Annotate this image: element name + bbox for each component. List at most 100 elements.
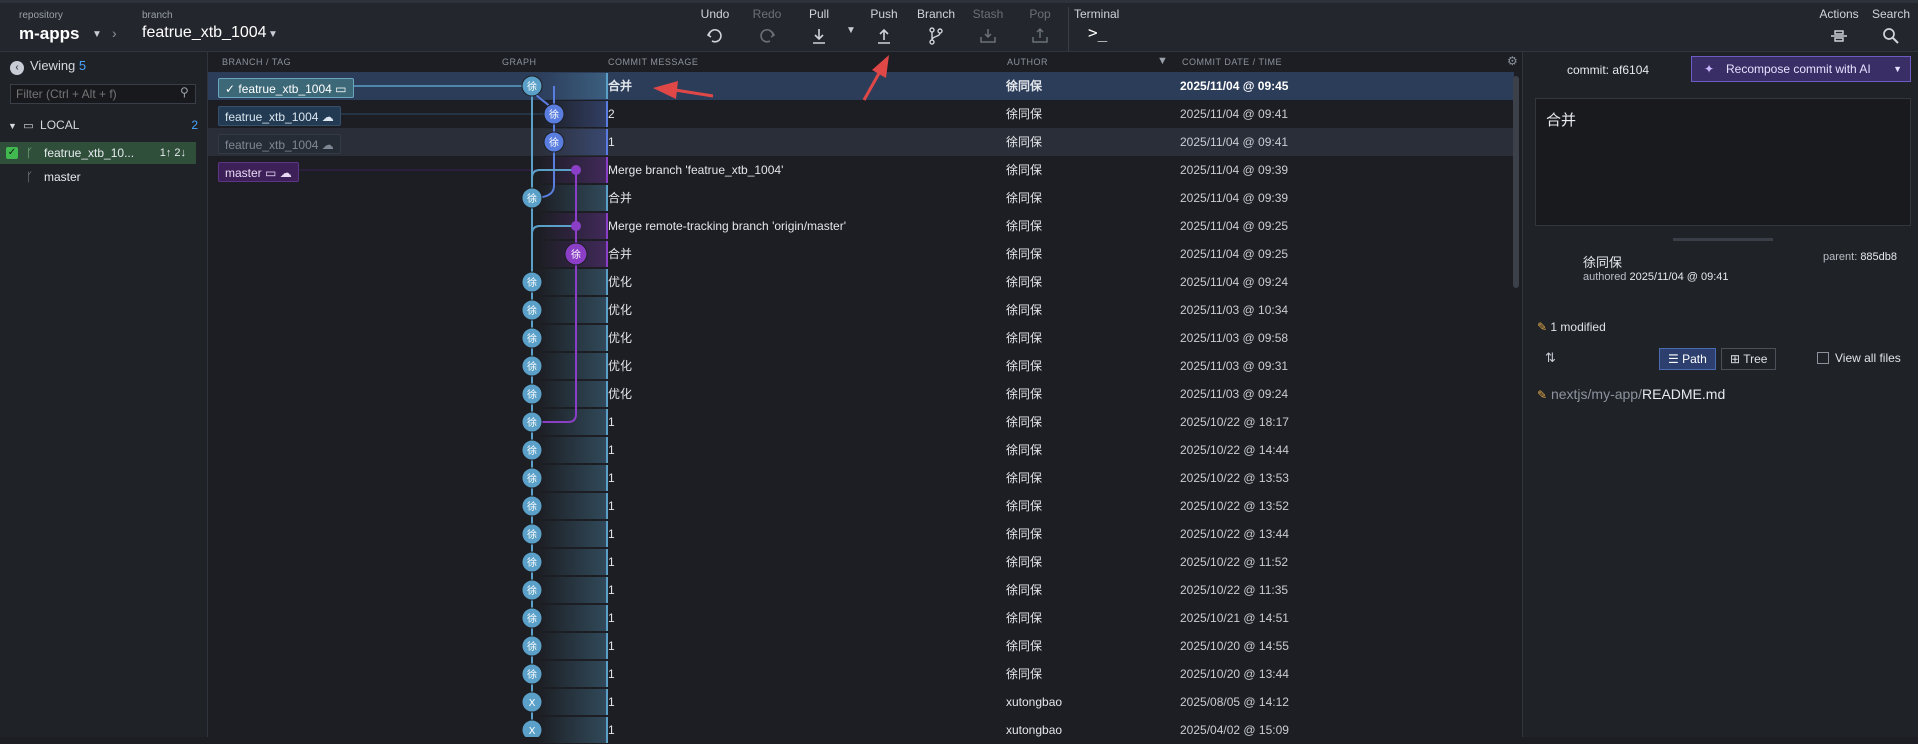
annotation-arrows [653,55,889,101]
avatar-initial: 徐 [549,108,559,121]
column-header-date[interactable]: COMMIT DATE / TIME [1182,52,1282,72]
avatar-initial: 徐 [527,528,537,541]
filter-search-icon: ⚲ [180,85,189,99]
laptop-icon: ▭ [265,166,277,180]
commit-avatar-node[interactable]: 徐 [521,635,543,657]
cloud-icon: ☁ [321,138,334,152]
author-name: 徐同保 [1583,255,1623,270]
commit-avatar-node[interactable]: 徐 [521,187,543,209]
merge-commit-node[interactable] [571,221,581,231]
modified-summary: ✎ 1 modified [1537,320,1606,334]
commit-avatar-node[interactable]: 徐 [521,75,543,97]
commit-avatar-node[interactable]: 徐 [521,383,543,405]
graph-scrollbar[interactable] [1513,76,1519,288]
avatar-initial: 徐 [527,472,537,485]
repository-label: repository [19,10,63,21]
viewing-count: 5 [78,58,87,73]
avatar-initial: 徐 [527,500,537,513]
avatar-initial: 徐 [527,276,537,289]
local-section-header[interactable]: ▼ ▭ LOCAL 2 [8,118,198,138]
local-count: 2 [191,118,198,132]
commit-sha-label: commit: af6104 [1567,63,1650,77]
graph-lines: 徐徐徐徐徐徐徐徐徐徐徐徐徐徐徐徐徐徐徐徐XX [298,75,588,737]
branch-tag-remote-faded[interactable]: featrue_xtb_1004 ☁ [218,134,341,154]
column-header-branch-tag[interactable]: BRANCH / TAG [222,52,291,72]
parent-sha[interactable]: 885db8 [1860,251,1897,263]
avatar-initial: X [529,698,536,709]
column-header-graph[interactable]: GRAPH [502,52,537,72]
local-branch-item[interactable]: ✓ ᚴ featrue_xtb_10... 1↑ 2↓ [0,142,196,164]
commit-avatar-node[interactable]: 徐 [521,271,543,293]
commit-avatar-node[interactable]: 徐 [521,327,543,349]
cloud-icon: ☁ [279,166,292,180]
commit-avatar-node[interactable]: 徐 [521,411,543,433]
ahead-behind-badge: 1↑ 2↓ [159,147,186,159]
path-view-button[interactable]: ☰ Path [1659,348,1716,370]
branch-name[interactable]: featrue_xtb_1004 [142,24,267,42]
stash-button[interactable]: Stash [963,7,1013,46]
terminal-button[interactable]: Terminal >_ [1074,7,1126,42]
actions-button[interactable]: Actions [1814,7,1864,46]
commit-avatar-node[interactable]: X [521,691,543,713]
commit-detail-panel: commit: af6104 ✦ Recompose commit with A… [1522,52,1918,737]
changed-file-row[interactable]: ✎ nextjs/my-app/README.md [1537,386,1725,402]
commit-avatar-node[interactable]: 徐 [521,523,543,545]
commit-avatar-node[interactable]: X [521,719,543,737]
commit-avatar-node[interactable]: 徐 [564,242,588,266]
commit-avatar-node[interactable]: 徐 [521,551,543,573]
recompose-ai-button[interactable]: ✦ Recompose commit with AI ▼ [1691,56,1911,82]
repository-name[interactable]: m-apps [19,24,79,44]
avatar-initial: 徐 [571,248,581,261]
viewing-label: Viewing [30,58,76,73]
stash-icon [980,29,996,43]
commit-avatar-node[interactable]: 徐 [543,103,565,125]
local-branch-item[interactable]: ᚴ master [0,166,196,188]
avatar-initial: 徐 [527,668,537,681]
resize-handle[interactable] [1673,238,1773,241]
avatar-initial: X [529,726,536,737]
tree-view-button[interactable]: ⊞ Tree [1721,348,1777,370]
branch-icon: ᚴ [26,146,34,160]
avatar-initial: 徐 [527,388,537,401]
commit-avatar-node[interactable]: 徐 [521,495,543,517]
repo-dropdown-icon[interactable]: ▼ [92,29,102,40]
branch-tag-master[interactable]: master ▭ ☁ [218,162,299,182]
terminal-icon: >_ [1088,23,1108,42]
avatar-initial: 徐 [527,332,537,345]
chevron-down-icon[interactable]: ▼ [1893,57,1902,81]
commit-avatar-node[interactable]: 徐 [521,607,543,629]
commit-avatar-node[interactable]: 徐 [521,439,543,461]
commit-avatar-node[interactable]: 徐 [521,663,543,685]
search-button[interactable]: Search [1866,7,1916,46]
avatar-initial: 徐 [527,192,537,205]
branch-filter-input[interactable] [10,84,196,104]
actions-icon [1831,30,1847,42]
settings-gear-icon[interactable]: ⚙ [1507,54,1518,68]
file-directory: nextjs/my-app/ [1550,386,1642,402]
view-all-files-toggle[interactable]: View all files [1817,351,1901,365]
commit-avatar-node[interactable]: 徐 [521,299,543,321]
branch-tag-remote[interactable]: featrue_xtb_1004 ☁ [218,106,341,126]
viewing-header[interactable]: ‹ Viewing 5 [10,58,86,75]
avatar-initial: 徐 [527,80,537,93]
commit-avatar-node[interactable]: 徐 [543,131,565,153]
avatar-initial: 徐 [527,416,537,429]
column-header-author[interactable]: AUTHOR [1007,52,1048,72]
merge-commit-node[interactable] [571,165,581,175]
filter-icon[interactable]: ▼ [1157,55,1168,67]
pop-button[interactable]: Pop [1015,7,1065,46]
avatar-initial: 徐 [527,556,537,569]
back-icon[interactable]: ‹ [10,61,24,75]
commit-sha[interactable]: af6104 [1612,63,1649,77]
commit-avatar-node[interactable]: 徐 [521,355,543,377]
list-icon: ☰ [1668,352,1679,366]
sort-icon[interactable]: ⇅ [1545,350,1556,366]
pencil-icon: ✎ [1537,388,1548,402]
branch-icon [929,27,943,45]
avatar-initial: 徐 [527,444,537,457]
branch-dropdown-icon[interactable]: ▼ [268,29,278,40]
commit-avatar-node[interactable]: 徐 [521,467,543,489]
branch-tag-current[interactable]: ✓ featrue_xtb_1004 ▭ [218,78,354,98]
commit-avatar-node[interactable]: 徐 [521,579,543,601]
commit-message-box[interactable]: 合并 [1535,98,1911,226]
